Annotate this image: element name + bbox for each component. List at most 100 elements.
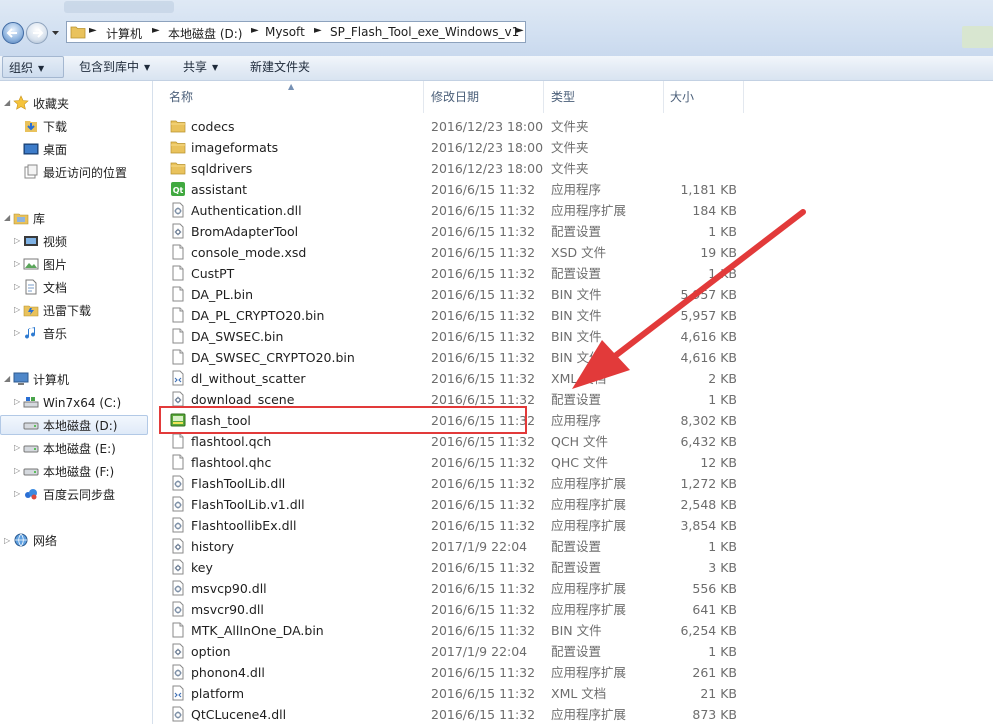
nav-libraries[interactable]: 库: [13, 209, 45, 229]
breadcrumb-separator[interactable]: ►: [89, 25, 97, 36]
file-row[interactable]: CustPT 2016/6/15 11:32 配置设置 1 KB: [153, 263, 993, 284]
back-button[interactable]: [2, 22, 24, 44]
file-row[interactable]: Authentication.dll 2016/6/15 11:32 应用程序扩展 1…: [153, 200, 993, 221]
file-name: BromAdapterTool: [191, 224, 299, 239]
file-row[interactable]: flashtool.qhc 2016/6/15 11:32 QHC 文件 12 KB: [153, 452, 993, 473]
expand-arrow-icon[interactable]: ▷: [14, 443, 20, 452]
nav-music[interactable]: 音乐: [23, 324, 67, 344]
breadcrumb-separator[interactable]: ►: [251, 25, 259, 36]
nav-drive-c[interactable]: Win7x64 (C:): [23, 393, 121, 413]
file-row[interactable]: key 2016/6/15 11:32 配置设置 3 KB: [153, 557, 993, 578]
nav-documents[interactable]: 文档: [23, 278, 67, 298]
file-size: 4,616 KB: [680, 350, 737, 365]
file-row[interactable]: FlashToolLib.v1.dll 2016/6/15 11:32 应用程序扩展…: [153, 494, 993, 515]
file-type: 配置设置: [551, 224, 602, 239]
nav-recent[interactable]: 最近访问的位置: [23, 163, 127, 183]
file-size: 1 KB: [708, 392, 737, 407]
expand-arrow-icon[interactable]: ▷: [14, 328, 20, 337]
hard-drive-icon: [23, 468, 39, 476]
file-row[interactable]: QtCLucene4.dll 2016/6/15 11:32 应用程序扩展 873 K…: [153, 704, 993, 725]
breadcrumb-separator[interactable]: ►: [516, 25, 524, 36]
expand-arrow-icon[interactable]: ▷: [14, 466, 20, 475]
file-row[interactable]: phonon4.dll 2016/6/15 11:32 应用程序扩展 261 KB: [153, 662, 993, 683]
breadcrumb-drive-d[interactable]: 本地磁盘 (D:): [168, 25, 242, 42]
breadcrumb-separator[interactable]: ►: [152, 25, 160, 36]
expand-arrow-icon[interactable]: ▷: [14, 259, 20, 268]
nav-desktop[interactable]: 桌面: [23, 140, 67, 160]
file-icon: [172, 328, 184, 344]
file-row[interactable]: Qt assistant 2016/6/15 11:32 应用程序 1,181 KB: [153, 179, 993, 200]
file-row[interactable]: FlashToolLib.dll 2016/6/15 11:32 应用程序扩展 1,2…: [153, 473, 993, 494]
file-modified-date: 2016/6/15 11:32: [431, 287, 536, 302]
expand-arrow-icon[interactable]: ▷: [14, 305, 20, 314]
file-row[interactable]: DA_SWSEC_CRYPTO20.bin 2016/6/15 11:32 BIN …: [153, 347, 993, 368]
file-row[interactable]: imageformats 2016/12/23 18:00 文件夹: [153, 137, 993, 158]
file-row[interactable]: platform 2016/6/15 11:32 XML 文档 21 KB: [153, 683, 993, 704]
address-bar[interactable]: ► 计算机 ► 本地磁盘 (D:) ► Mysoft ► SP_Flash_To…: [66, 21, 526, 43]
recent-pages-dropdown-icon[interactable]: [51, 29, 60, 37]
column-header-modified[interactable]: 修改日期: [424, 81, 544, 113]
file-type: BIN 文件: [551, 350, 602, 365]
file-type: 配置设置: [551, 560, 602, 575]
hard-drive-icon: [23, 445, 39, 453]
address-bar-area: ► 计算机 ► 本地磁盘 (D:) ► Mysoft ► SP_Flash_To…: [0, 0, 993, 56]
column-header-type[interactable]: 类型: [544, 81, 664, 113]
column-header-size[interactable]: 大小: [664, 81, 744, 113]
hard-drive-icon: [23, 422, 39, 430]
file-row[interactable]: option 2017/1/9 22:04 配置设置 1 KB: [153, 641, 993, 662]
nav-thunder-downloads[interactable]: 迅雷下载: [23, 301, 91, 321]
recent-places-icon: [24, 164, 38, 179]
nav-videos[interactable]: 视频: [23, 232, 67, 252]
nav-baidu-sync[interactable]: 百度云同步盘: [23, 485, 115, 505]
file-row[interactable]: console_mode.xsd 2016/6/15 11:32 XSD 文件 19 …: [153, 242, 993, 263]
file-modified-date: 2016/12/23 18:00: [431, 119, 544, 134]
file-row[interactable]: DA_PL_CRYPTO20.bin 2016/6/15 11:32 BIN 文件 5…: [153, 305, 993, 326]
breadcrumb-current-folder[interactable]: SP_Flash_Tool_exe_Windows_v1: [330, 25, 519, 39]
file-row[interactable]: msvcr90.dll 2016/6/15 11:32 应用程序扩展 641 KB: [153, 599, 993, 620]
expand-arrow-icon[interactable]: ▷: [14, 236, 20, 245]
file-modified-date: 2016/6/15 11:32: [431, 707, 536, 722]
file-row[interactable]: codecs 2016/12/23 18:00 文件夹: [153, 116, 993, 137]
star-icon: [13, 95, 29, 110]
expand-arrow-icon[interactable]: ◢: [4, 98, 10, 107]
file-row[interactable]: DA_PL.bin 2016/6/15 11:32 BIN 文件 5,957 KB: [153, 284, 993, 305]
new-folder-button[interactable]: 新建文件夹: [244, 56, 316, 78]
expand-arrow-icon[interactable]: ◢: [4, 213, 10, 222]
nav-label: 图片: [43, 258, 68, 272]
breadcrumb-computer[interactable]: 计算机: [106, 25, 142, 42]
expand-arrow-icon[interactable]: ▷: [14, 397, 20, 406]
organize-button[interactable]: 组织 ▼: [2, 56, 64, 78]
forward-button[interactable]: [26, 22, 48, 44]
file-row[interactable]: FlashtoollibEx.dll 2016/6/15 11:32 应用程序扩展 3…: [153, 515, 993, 536]
file-row[interactable]: msvcp90.dll 2016/6/15 11:32 应用程序扩展 556 KB: [153, 578, 993, 599]
nav-computer[interactable]: 计算机: [13, 370, 69, 390]
nav-downloads[interactable]: 下载: [23, 117, 67, 137]
file-type: 配置设置: [551, 266, 602, 281]
file-row[interactable]: history 2017/1/9 22:04 配置设置 1 KB: [153, 536, 993, 557]
file-row[interactable]: sqldrivers 2016/12/23 18:00 文件夹: [153, 158, 993, 179]
nav-pictures[interactable]: 图片: [23, 255, 67, 275]
nav-network[interactable]: 网络: [13, 531, 57, 551]
breadcrumb-mysoft[interactable]: Mysoft: [265, 25, 305, 39]
file-row[interactable]: flashtool.qch 2016/6/15 11:32 QCH 文件 6,432 …: [153, 431, 993, 452]
file-size: 184 KB: [692, 203, 737, 218]
nav-drive-d[interactable]: 本地磁盘 (D:): [0, 415, 148, 435]
nav-favorites[interactable]: 收藏夹: [13, 94, 69, 114]
nav-drive-e[interactable]: 本地磁盘 (E:): [23, 439, 116, 459]
file-row[interactable]: dl_without_scatter 2016/6/15 11:32 XML 文档 2…: [153, 368, 993, 389]
file-row[interactable]: DA_SWSEC.bin 2016/6/15 11:32 BIN 文件 4,616 K…: [153, 326, 993, 347]
nav-label: 最近访问的位置: [43, 166, 128, 180]
expand-arrow-icon[interactable]: ▷: [14, 489, 20, 498]
include-in-library-button[interactable]: 包含到库中 ▼: [73, 56, 156, 78]
expand-arrow-icon[interactable]: ◢: [4, 374, 10, 383]
expand-arrow-icon[interactable]: ▷: [14, 282, 20, 291]
expand-arrow-icon[interactable]: ▷: [4, 536, 10, 545]
file-row[interactable]: BromAdapterTool 2016/6/15 11:32 配置设置 1 KB: [153, 221, 993, 242]
file-modified-date: 2016/6/15 11:32: [431, 371, 536, 386]
blurred-search-box[interactable]: [962, 26, 993, 48]
share-button[interactable]: 共享 ▼: [177, 56, 224, 78]
breadcrumb-separator[interactable]: ►: [314, 25, 322, 36]
nav-drive-f[interactable]: 本地磁盘 (F:): [23, 462, 114, 482]
file-row[interactable]: MTK_AllInOne_DA.bin 2016/6/15 11:32 BIN 文件…: [153, 620, 993, 641]
config-icon: [172, 538, 184, 554]
